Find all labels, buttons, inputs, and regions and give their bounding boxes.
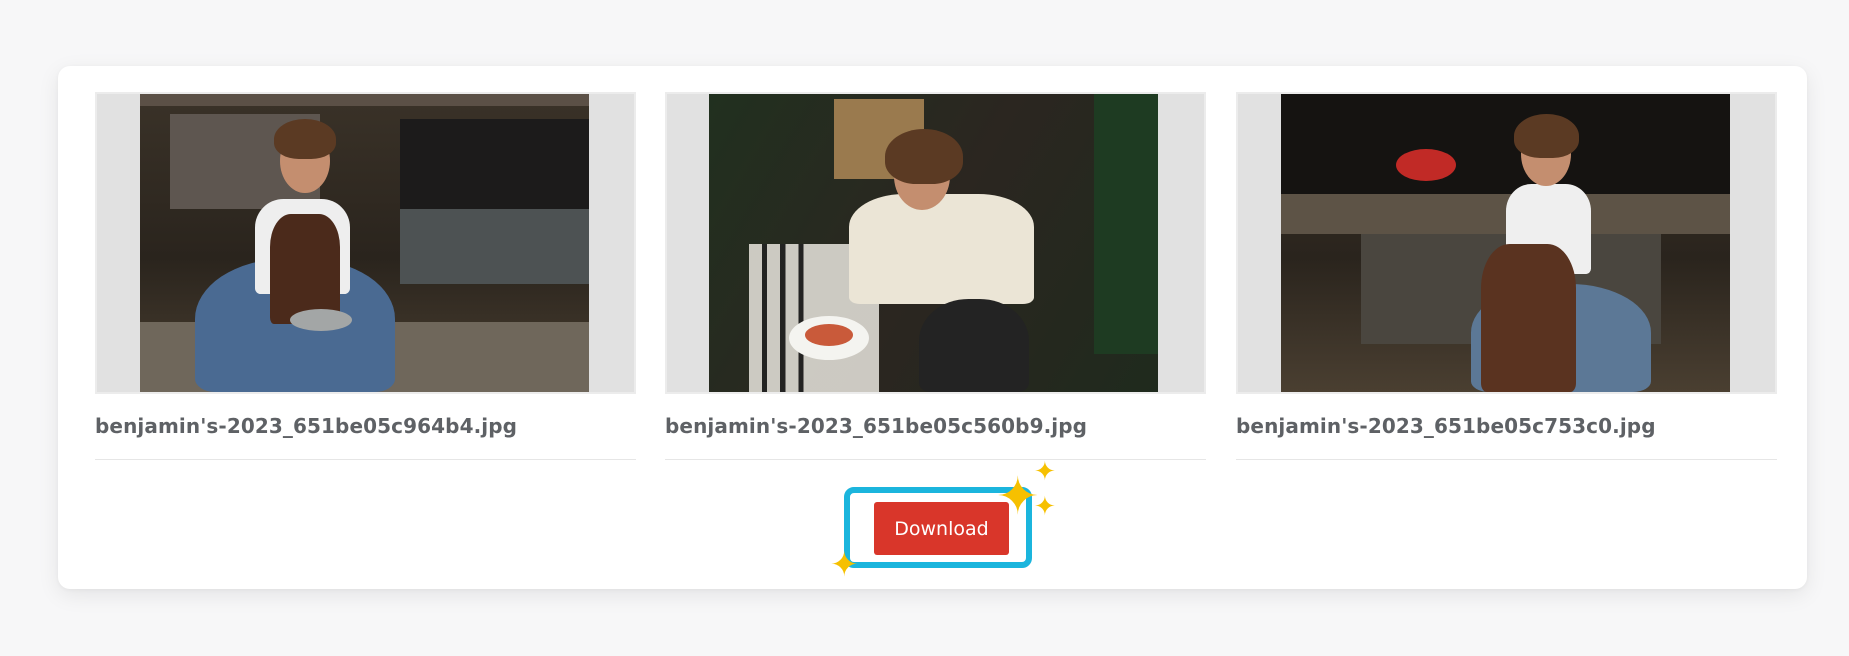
photo-man-at-piano [709,94,1158,392]
sparkle-icon: ✦ [1034,492,1056,522]
divider [95,459,636,460]
sparkle-icon: ✦ [1034,457,1056,487]
divider [1236,459,1777,460]
photo-chef-kitchen-floor [140,94,589,392]
image-filename: benjamin's-2023_651be05c560b9.jpg [665,414,1088,438]
image-filename: benjamin's-2023_651be05c964b4.jpg [95,414,518,438]
image-thumbnail[interactable] [665,92,1206,394]
image-thumbnail[interactable] [95,92,636,394]
gallery-item: benjamin's-2023_651be05c964b4.jpg [95,92,636,460]
sparkle-icon: ✦ [830,545,859,585]
photo-chef-seated-chair [1281,94,1730,392]
image-filename: benjamin's-2023_651be05c753c0.jpg [1236,414,1656,438]
download-button[interactable]: Download [874,502,1009,555]
gallery-item: benjamin's-2023_651be05c753c0.jpg [1236,92,1777,460]
image-thumbnail[interactable] [1236,92,1777,394]
gallery-item: benjamin's-2023_651be05c560b9.jpg [665,92,1206,460]
gallery-card: benjamin's-2023_651be05c964b4.jpg benjam… [58,66,1807,589]
divider [665,459,1206,460]
